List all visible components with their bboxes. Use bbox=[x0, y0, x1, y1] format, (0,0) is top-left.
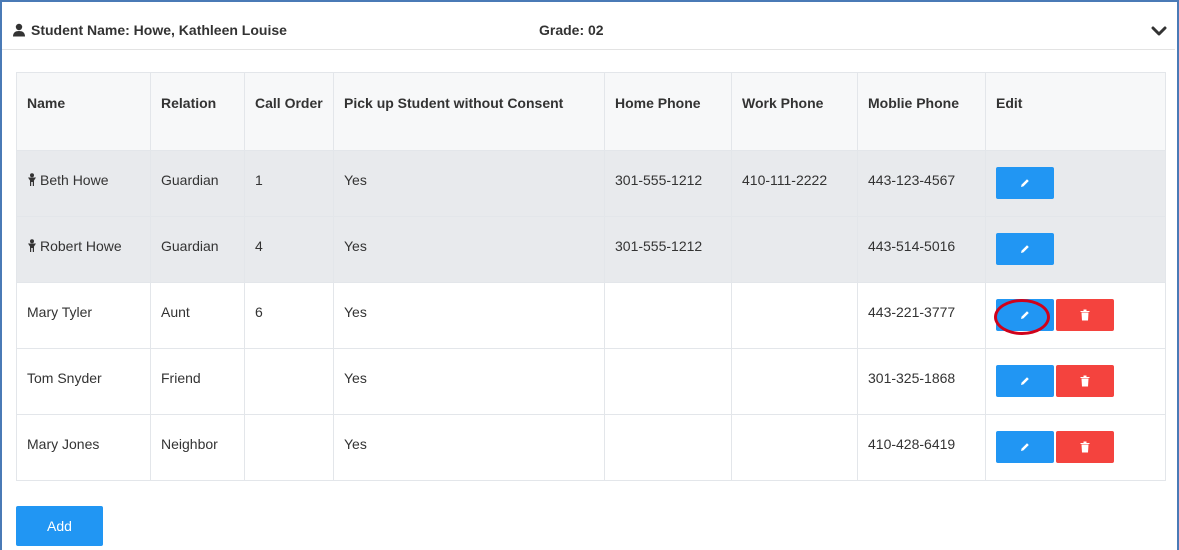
edit-cell bbox=[985, 414, 1166, 481]
column-header: Edit bbox=[985, 72, 1166, 151]
chevron-down-icon[interactable] bbox=[1151, 24, 1167, 38]
table-row: Mary Tyler Aunt 6 Yes 443-221-3777 bbox=[16, 282, 1166, 349]
table-row: Mary Jones Neighbor Yes 410-428-6419 bbox=[16, 414, 1166, 481]
table-header-row: Name Relation Call Order Pick up Student… bbox=[16, 72, 1166, 151]
work-phone-cell bbox=[731, 414, 858, 481]
edit-cell bbox=[985, 216, 1166, 283]
column-header: Pick up Student without Consent bbox=[333, 72, 605, 151]
pencil-icon bbox=[1021, 377, 1029, 385]
call-order-cell bbox=[244, 414, 334, 481]
student-name-label: Student Name: Howe, Kathleen Louise bbox=[31, 22, 287, 38]
table-row: Robert Howe Guardian 4 Yes 301-555-1212 … bbox=[16, 216, 1166, 283]
trash-icon bbox=[1080, 375, 1090, 387]
relation-cell: Guardian bbox=[150, 216, 245, 283]
mobile-phone-cell: 443-514-5016 bbox=[857, 216, 986, 283]
column-header: Relation bbox=[150, 72, 245, 151]
relation-cell: Neighbor bbox=[150, 414, 245, 481]
name-cell: Robert Howe bbox=[16, 216, 151, 283]
work-phone-cell bbox=[731, 282, 858, 349]
column-header: Moblie Phone bbox=[857, 72, 986, 151]
home-phone-cell: 301-555-1212 bbox=[604, 216, 732, 283]
trash-icon bbox=[1080, 441, 1090, 453]
table-row: Beth Howe Guardian 1 Yes 301-555-1212 41… bbox=[16, 150, 1166, 217]
trash-icon bbox=[1080, 309, 1090, 321]
mobile-phone-cell: 410-428-6419 bbox=[857, 414, 986, 481]
student-name: Student Name: Howe, Kathleen Louise bbox=[12, 22, 287, 38]
table-row: Tom Snyder Friend Yes 301-325-1868 bbox=[16, 348, 1166, 415]
pickup-cell: Yes bbox=[333, 216, 605, 283]
call-order-cell: 4 bbox=[244, 216, 334, 283]
mobile-phone-cell: 301-325-1868 bbox=[857, 348, 986, 415]
pickup-cell: Yes bbox=[333, 348, 605, 415]
pencil-icon bbox=[1021, 179, 1029, 187]
edit-button[interactable] bbox=[996, 431, 1054, 463]
grade-label: Grade: 02 bbox=[539, 22, 604, 38]
delete-button[interactable] bbox=[1056, 365, 1114, 397]
name-cell: Mary Jones bbox=[16, 414, 151, 481]
home-phone-cell bbox=[604, 282, 732, 349]
work-phone-cell bbox=[731, 216, 858, 283]
work-phone-cell bbox=[731, 348, 858, 415]
edit-button[interactable] bbox=[996, 233, 1054, 265]
column-header: Call Order bbox=[244, 72, 334, 151]
person-icon bbox=[28, 239, 36, 252]
edit-button[interactable] bbox=[996, 167, 1054, 199]
column-header: Home Phone bbox=[604, 72, 732, 151]
home-phone-cell bbox=[604, 348, 732, 415]
relation-cell: Friend bbox=[150, 348, 245, 415]
mobile-phone-cell: 443-221-3777 bbox=[857, 282, 986, 349]
pencil-icon bbox=[1021, 443, 1029, 451]
column-header: Name bbox=[16, 72, 151, 151]
user-icon bbox=[13, 23, 25, 37]
relation-cell: Guardian bbox=[150, 150, 245, 217]
edit-button[interactable] bbox=[994, 299, 1054, 335]
call-order-cell: 6 bbox=[244, 282, 334, 349]
edit-cell bbox=[985, 348, 1166, 415]
pickup-cell: Yes bbox=[333, 414, 605, 481]
name-cell: Beth Howe bbox=[16, 150, 151, 217]
person-icon bbox=[28, 173, 36, 186]
mobile-phone-cell: 443-123-4567 bbox=[857, 150, 986, 217]
edit-button[interactable] bbox=[996, 365, 1054, 397]
pencil-icon bbox=[1021, 245, 1029, 253]
student-panel-header[interactable]: Student Name: Howe, Kathleen Louise Grad… bbox=[2, 2, 1175, 50]
name-cell: Tom Snyder bbox=[16, 348, 151, 415]
delete-button[interactable] bbox=[1056, 431, 1114, 463]
home-phone-cell bbox=[604, 414, 732, 481]
column-header: Work Phone bbox=[731, 72, 858, 151]
call-order-cell bbox=[244, 348, 334, 415]
name-cell: Mary Tyler bbox=[16, 282, 151, 349]
pickup-cell: Yes bbox=[333, 282, 605, 349]
edit-cell bbox=[985, 150, 1166, 217]
pickup-cell: Yes bbox=[333, 150, 605, 217]
work-phone-cell: 410-111-2222 bbox=[731, 150, 858, 217]
edit-cell bbox=[985, 282, 1166, 349]
contacts-table: Name Relation Call Order Pick up Student… bbox=[16, 72, 1166, 481]
relation-cell: Aunt bbox=[150, 282, 245, 349]
delete-button[interactable] bbox=[1056, 299, 1114, 331]
pencil-icon bbox=[1021, 311, 1029, 319]
home-phone-cell: 301-555-1212 bbox=[604, 150, 732, 217]
call-order-cell: 1 bbox=[244, 150, 334, 217]
add-button[interactable]: Add bbox=[16, 506, 103, 546]
